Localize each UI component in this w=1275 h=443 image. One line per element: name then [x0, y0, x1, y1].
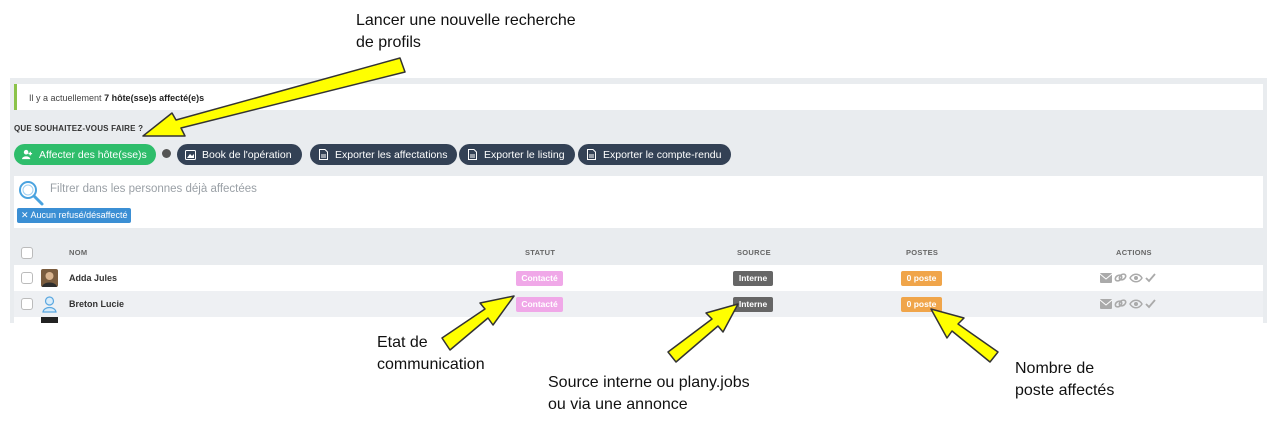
- arrow-to-status: [441, 295, 515, 351]
- arrow-to-assign-button: [142, 57, 406, 137]
- arrow-to-posts: [930, 308, 999, 363]
- arrow-to-source: [667, 303, 739, 363]
- annotation-arrows: [142, 57, 999, 363]
